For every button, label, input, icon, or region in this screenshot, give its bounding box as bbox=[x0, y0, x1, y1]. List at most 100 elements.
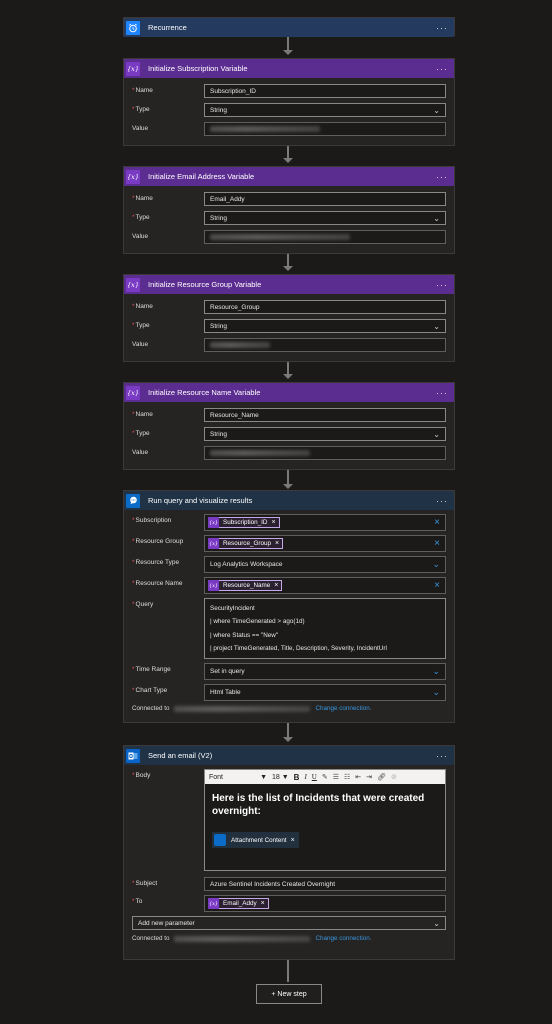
resource-type-value: Log Analytics Workspace bbox=[210, 561, 283, 568]
remove-token-icon[interactable]: × bbox=[271, 519, 275, 526]
value-label: Value bbox=[132, 341, 149, 348]
init-resource-name-header[interactable]: {x} Initialize Resource Name Variable ··… bbox=[124, 383, 454, 402]
change-connection-link[interactable]: Change connection. bbox=[315, 705, 371, 712]
caret-down-icon: ▼ bbox=[260, 773, 267, 781]
link-icon[interactable]: 🔗︎ bbox=[377, 773, 386, 781]
init-subscription-card[interactable]: {x} Initialize Subscription Variable ···… bbox=[123, 58, 455, 146]
type-select[interactable]: String ⌄ bbox=[204, 103, 446, 117]
variable-token[interactable]: {x} Email_Addy × bbox=[208, 898, 269, 909]
type-value: String bbox=[210, 106, 227, 114]
init-email-card[interactable]: {x} Initialize Email Address Variable ··… bbox=[123, 166, 455, 254]
card-title: Send an email (V2) bbox=[148, 751, 213, 760]
chat-bubble-icon bbox=[214, 834, 226, 846]
type-select[interactable]: String ⌄ bbox=[204, 427, 446, 441]
chevron-down-icon: ⌄ bbox=[432, 666, 440, 677]
card-title: Initialize Resource Name Variable bbox=[148, 388, 261, 397]
more-options-icon[interactable]: ··· bbox=[436, 496, 448, 506]
body-editor[interactable]: Font ▼ 18 ▼ B I U ✎ ☰ ☷ ⇤ ⇥ 🔗︎ ⊘ Here is … bbox=[204, 769, 446, 871]
more-options-icon[interactable]: ··· bbox=[436, 751, 448, 761]
card-title: Recurrence bbox=[148, 23, 187, 32]
clear-icon[interactable]: × bbox=[434, 580, 440, 591]
name-input[interactable]: Subscription_ID bbox=[204, 84, 446, 98]
chart-type-value: Html Table bbox=[210, 689, 241, 697]
variable-token[interactable]: {x} Subscription_ID × bbox=[208, 517, 280, 528]
alarm-clock-icon bbox=[126, 20, 140, 35]
add-parameter-select[interactable]: Add new parameter ⌄ bbox=[132, 916, 446, 930]
bold-button[interactable]: B bbox=[294, 773, 300, 782]
send-email-card[interactable]: Send an email (V2) ··· *Body Font ▼ 18 ▼ … bbox=[123, 745, 455, 960]
font-select[interactable]: Font ▼ bbox=[209, 774, 267, 781]
to-input[interactable]: {x} Email_Addy × bbox=[204, 895, 446, 912]
name-input[interactable]: Resource_Group bbox=[204, 300, 446, 314]
query-line: SecurityIncident bbox=[210, 605, 255, 612]
clear-icon[interactable]: × bbox=[434, 517, 440, 528]
value-input[interactable] bbox=[204, 446, 446, 460]
italic-button[interactable]: I bbox=[304, 773, 306, 781]
init-resource-group-card[interactable]: {x} Initialize Resource Group Variable ·… bbox=[123, 274, 455, 362]
resource-group-input[interactable]: {x} Resource_Group × × bbox=[204, 535, 446, 552]
more-options-icon[interactable]: ··· bbox=[436, 23, 448, 33]
init-subscription-header[interactable]: {x} Initialize Subscription Variable ··· bbox=[124, 59, 454, 78]
resource-name-input[interactable]: {x} Resource_Name × × bbox=[204, 577, 446, 594]
unlink-icon[interactable]: ⊘ bbox=[391, 773, 397, 781]
token-label: Subscription_ID bbox=[223, 519, 268, 526]
query-line: | project TimeGenerated, Title, Descript… bbox=[210, 644, 387, 652]
remove-token-icon[interactable]: × bbox=[274, 582, 278, 589]
value-input[interactable] bbox=[204, 122, 446, 136]
highlight-icon[interactable]: ✎ bbox=[322, 773, 328, 781]
remove-token-icon[interactable]: × bbox=[261, 900, 265, 907]
resource-group-label: *Resource Group bbox=[132, 538, 184, 545]
numbered-list-icon[interactable]: ☷ bbox=[344, 773, 350, 781]
body-label: *Body bbox=[132, 772, 151, 779]
name-input[interactable]: Email_Addy bbox=[204, 192, 446, 206]
subject-input[interactable]: Azure Sentinel Incidents Created Overnig… bbox=[204, 877, 446, 891]
chart-type-select[interactable]: Html Table ⌄ bbox=[204, 684, 446, 702]
name-label: *Name bbox=[132, 195, 153, 202]
type-select[interactable]: String ⌄ bbox=[204, 319, 446, 333]
send-email-header[interactable]: Send an email (V2) ··· bbox=[124, 746, 454, 765]
value-input[interactable] bbox=[204, 230, 446, 244]
subscription-input[interactable]: {x} Subscription_ID × × bbox=[204, 514, 446, 531]
recurrence-card[interactable]: Recurrence ··· bbox=[123, 17, 455, 37]
run-query-card[interactable]: Run query and visualize results ··· *Sub… bbox=[123, 490, 455, 723]
to-label: *To bbox=[132, 898, 143, 905]
clear-icon[interactable]: × bbox=[434, 538, 440, 549]
init-resource-name-card[interactable]: {x} Initialize Resource Name Variable ··… bbox=[123, 382, 455, 470]
variable-icon: {x} bbox=[208, 517, 219, 528]
time-range-label: *Time Range bbox=[132, 666, 171, 674]
recurrence-header[interactable]: Recurrence ··· bbox=[124, 18, 454, 37]
decrease-indent-icon[interactable]: ⇤ bbox=[355, 773, 361, 781]
attachment-token[interactable]: Attachment Content × bbox=[212, 832, 299, 848]
chart-type-label: *Chart Type bbox=[132, 687, 168, 695]
increase-indent-icon[interactable]: ⇥ bbox=[366, 773, 372, 781]
name-input[interactable]: Resource_Name bbox=[204, 408, 446, 422]
chat-bubble-icon bbox=[126, 493, 140, 508]
type-label: *Type bbox=[132, 214, 150, 221]
more-options-icon[interactable]: ··· bbox=[436, 388, 448, 398]
bulleted-list-icon[interactable]: ☰ bbox=[333, 773, 339, 781]
change-connection-link[interactable]: Change connection. bbox=[315, 935, 371, 942]
font-size-value: 18 bbox=[272, 773, 280, 781]
init-resource-group-header[interactable]: {x} Initialize Resource Group Variable ·… bbox=[124, 275, 454, 294]
resource-type-select[interactable]: Log Analytics Workspace ⌄ bbox=[204, 556, 446, 573]
more-options-icon[interactable]: ··· bbox=[436, 280, 448, 290]
run-query-header[interactable]: Run query and visualize results ··· bbox=[124, 491, 454, 510]
chevron-down-icon: ⌄ bbox=[433, 918, 440, 928]
variable-token[interactable]: {x} Resource_Group × bbox=[208, 538, 284, 549]
remove-token-icon[interactable]: × bbox=[275, 540, 279, 547]
variable-token[interactable]: {x} Resource_Name × bbox=[208, 580, 283, 591]
more-options-icon[interactable]: ··· bbox=[436, 172, 448, 182]
time-range-select[interactable]: Set in query ⌄ bbox=[204, 663, 446, 681]
name-label: *Name bbox=[132, 411, 153, 418]
query-textarea[interactable]: SecurityIncident | where TimeGenerated >… bbox=[204, 598, 446, 660]
init-email-header[interactable]: {x} Initialize Email Address Variable ··… bbox=[124, 167, 454, 186]
value-input[interactable] bbox=[204, 338, 446, 352]
remove-token-icon[interactable]: × bbox=[291, 837, 295, 844]
type-select[interactable]: String ⌄ bbox=[204, 211, 446, 225]
type-label: *Type bbox=[132, 106, 150, 113]
editor-content[interactable]: Here is the list of Incidents that were … bbox=[205, 784, 445, 870]
more-options-icon[interactable]: ··· bbox=[436, 64, 448, 74]
new-step-button[interactable]: + New step bbox=[256, 984, 322, 1004]
underline-button[interactable]: U bbox=[312, 773, 317, 781]
font-size-select[interactable]: 18 ▼ bbox=[272, 774, 289, 781]
